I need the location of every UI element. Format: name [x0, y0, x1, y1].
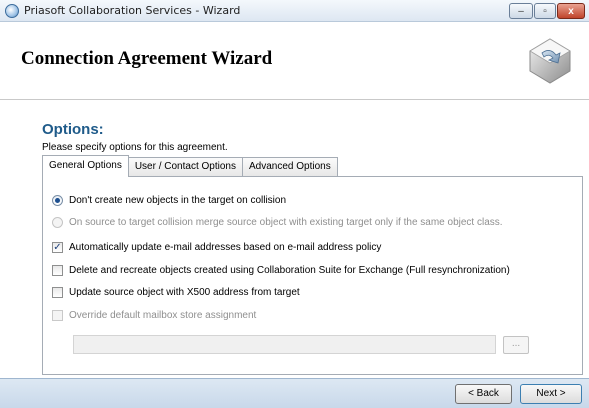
delete-recreate-label: Delete and recreate objects created usin… [69, 265, 510, 276]
update-email-label: Automatically update e-mail addresses ba… [69, 242, 382, 253]
wizard-header: Connection Agreement Wizard [0, 23, 589, 100]
delete-recreate-option[interactable]: Delete and recreate objects created usin… [52, 265, 510, 276]
update-x500-checkbox[interactable] [52, 287, 63, 298]
no-create-radio[interactable] [52, 195, 63, 206]
wizard-footer: < Back Next > [0, 378, 589, 408]
page-title: Connection Agreement Wizard [21, 48, 273, 69]
maximize-button[interactable]: ▫ [534, 3, 556, 19]
override-mailbox-checkbox [52, 310, 63, 321]
merge-radio [52, 217, 63, 228]
back-button[interactable]: < Back [455, 384, 512, 404]
close-button[interactable]: x [557, 3, 585, 19]
options-tabs: General Options User / Contact Options A… [42, 155, 338, 177]
wizard-body: Options: Please specify options for this… [0, 101, 589, 378]
next-button[interactable]: Next > [520, 384, 582, 404]
update-email-checkbox[interactable]: ✓ [52, 242, 63, 253]
app-icon [5, 4, 19, 18]
browse-button: ... [503, 336, 529, 354]
general-options-panel: Don't create new objects in the target o… [42, 176, 583, 375]
options-title: Options: [42, 121, 104, 138]
override-mailbox-option: Override default mailbox store assignmen… [52, 310, 256, 321]
options-description: Please specify options for this agreemen… [42, 142, 228, 153]
update-x500-option[interactable]: Update source object with X500 address f… [52, 287, 300, 298]
maximize-icon: ▫ [543, 5, 547, 17]
mailbox-store-path-field [73, 335, 496, 354]
tab-general-options[interactable]: General Options [42, 155, 129, 177]
tab-user-contact-options[interactable]: User / Contact Options [127, 157, 243, 177]
minimize-button[interactable]: – [509, 3, 533, 19]
override-mailbox-label: Override default mailbox store assignmen… [69, 310, 257, 321]
update-email-option[interactable]: ✓ Automatically update e-mail addresses … [52, 242, 381, 253]
merge-label: On source to target collision merge sour… [69, 217, 503, 228]
close-icon: x [568, 5, 574, 17]
minimize-icon: – [518, 5, 524, 17]
wizard-gear-icon [529, 38, 571, 84]
no-create-label: Don't create new objects in the target o… [69, 195, 287, 206]
no-create-option[interactable]: Don't create new objects in the target o… [52, 195, 286, 206]
merge-option: On source to target collision merge sour… [52, 217, 503, 228]
tab-advanced-options[interactable]: Advanced Options [241, 157, 338, 177]
delete-recreate-checkbox[interactable] [52, 265, 63, 276]
update-x500-label: Update source object with X500 address f… [69, 287, 300, 298]
window-title: Priasoft Collaboration Services - Wizard [24, 4, 241, 17]
title-bar: Priasoft Collaboration Services - Wizard… [0, 0, 589, 22]
